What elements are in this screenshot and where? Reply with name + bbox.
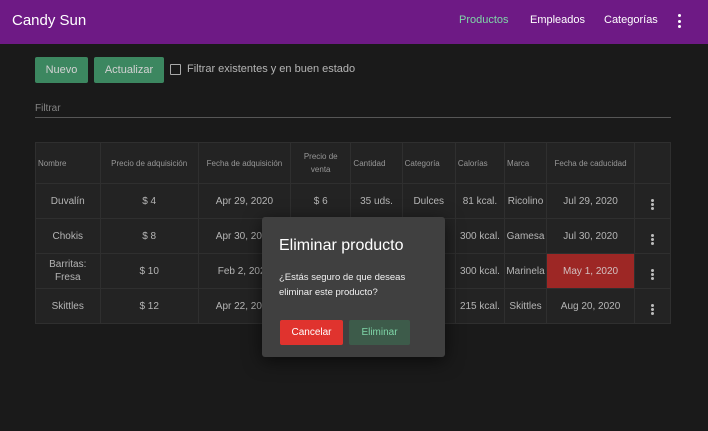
nav-productos[interactable]: Productos — [459, 14, 509, 26]
app-bar: Candy Sun Productos Empleados Categorías — [0, 0, 708, 44]
dialog-title: Eliminar producto — [279, 237, 404, 254]
cancel-button[interactable]: Cancelar — [280, 320, 343, 345]
nav-empleados[interactable]: Empleados — [530, 14, 585, 26]
delete-button[interactable]: Eliminar — [349, 320, 410, 345]
delete-product-dialog: Eliminar producto ¿Estás seguro de que d… — [262, 217, 445, 357]
dialog-message: ¿Estás seguro de que deseas eliminar est… — [279, 272, 406, 298]
app-title: Candy Sun — [12, 12, 87, 29]
nav-categorias[interactable]: Categorías — [604, 14, 658, 26]
more-vert-icon[interactable] — [678, 14, 681, 28]
